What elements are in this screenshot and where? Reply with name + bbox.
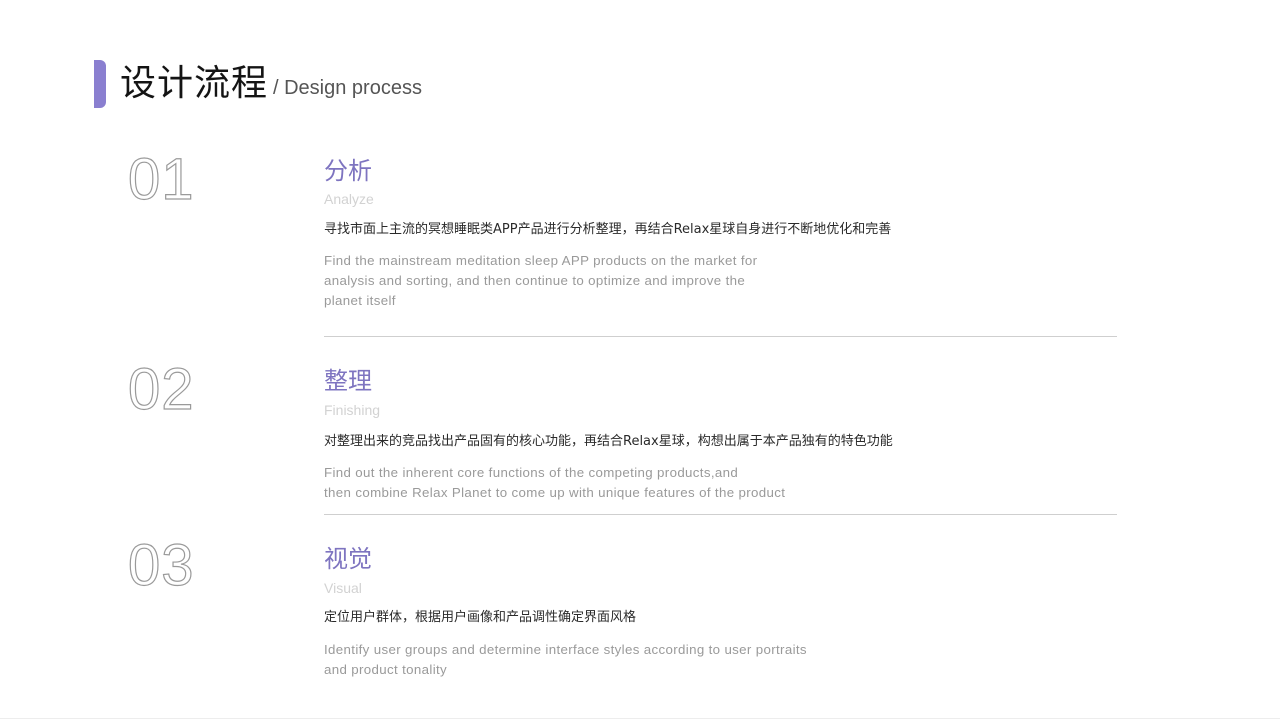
step-subtitle: Visual [324,580,362,596]
step-number: 02 [127,357,195,422]
description-line: analysis and sorting, and then continue … [324,273,746,288]
description-line: then combine Relax Planet to come up wit… [324,485,786,500]
step-description-zh: 对整理出来的竞品找出产品固有的核心功能，再结合Relax星球，构想出属于本产品独… [324,434,893,449]
step-title: 分析 [324,157,372,185]
step-subtitle: Finishing [324,402,381,418]
description-line: planet itself [324,293,396,308]
page-subtitle: / Design process [273,77,422,99]
step-description-zh: 定位用户群体，根据用户画像和产品调性确定界面风格 [324,610,637,625]
description-line: Identify user groups and determine inter… [324,642,807,657]
page-title: 设计流程 [120,63,269,104]
bottom-border [0,718,1280,719]
step-description-en: Identify user groups and determine inter… [324,640,807,680]
description-line: Find out the inherent core functions of … [324,465,739,480]
description-line: and product tonality [324,662,448,677]
divider [324,514,1117,515]
step-title: 整理 [324,367,372,395]
step-number: 03 [127,533,195,598]
step-description-en: Find the mainstream meditation sleep APP… [324,251,757,311]
step-description-zh: 寻找市面上主流的冥想睡眠类APP产品进行分析整理，再结合Relax星球自身进行不… [324,222,892,237]
title-accent-bar [94,60,106,108]
step-title: 视觉 [324,545,372,573]
divider [324,336,1117,337]
step-subtitle: Analyze [324,191,374,207]
description-line: Find the mainstream meditation sleep APP… [324,253,758,268]
step-number: 01 [127,147,195,212]
step-description-en: Find out the inherent core functions of … [324,463,785,503]
